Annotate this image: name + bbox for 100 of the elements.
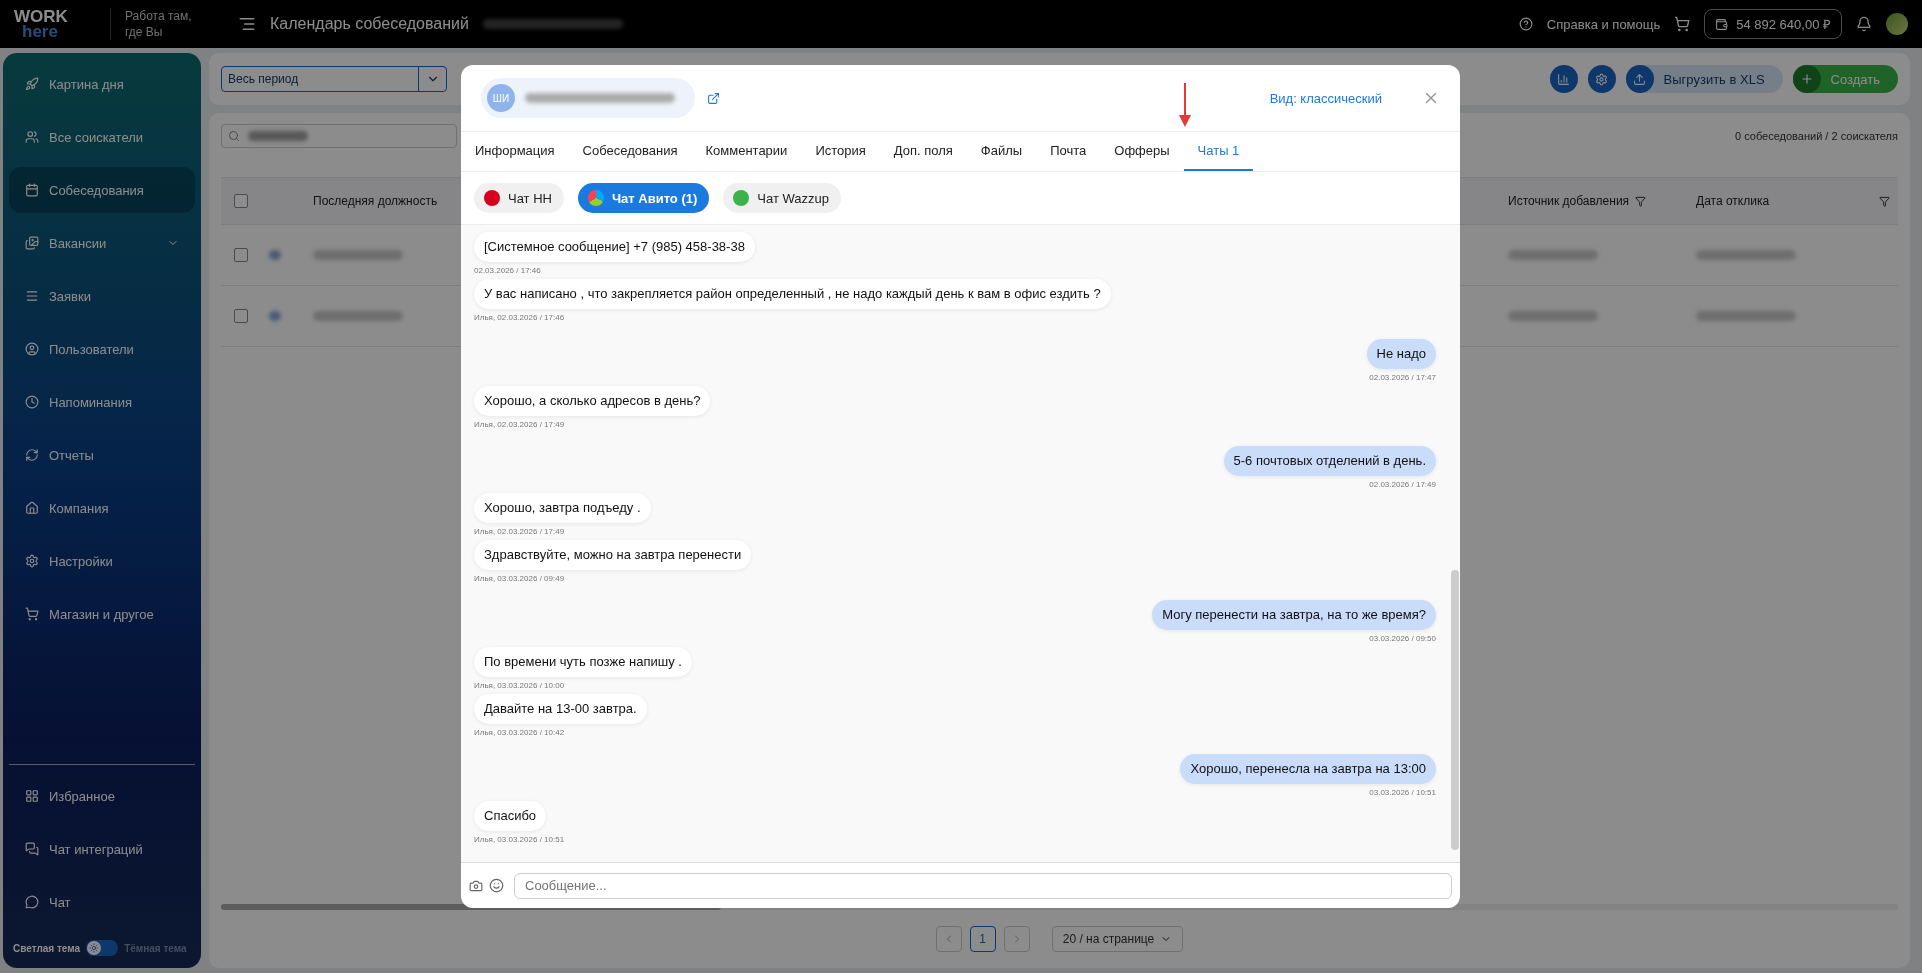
sidebar-item[interactable]: Все соискатели	[9, 114, 195, 160]
chat-tab[interactable]: Чат Авито (1)	[577, 183, 710, 213]
settings-icon	[1595, 72, 1609, 86]
sidebar-item[interactable]: Настройки	[9, 538, 195, 584]
sidebar-item[interactable]: Вакансии	[9, 220, 195, 266]
blurred-text	[248, 131, 308, 141]
message-meta: 03.03.2026 / 09:50	[1369, 634, 1436, 644]
blurred-text	[269, 311, 281, 321]
sidebar-item[interactable]: Картина дня	[9, 61, 195, 107]
menu-item-icon	[25, 183, 39, 197]
page-button[interactable]: 1	[969, 926, 996, 952]
message-meta: 02.03.2026 / 17:49	[1369, 480, 1436, 490]
sidebar-item[interactable]: Чат	[9, 879, 195, 925]
filter-icon[interactable]	[1635, 195, 1647, 207]
balance-button[interactable]: 54 892 640,00 ₽	[1704, 9, 1842, 39]
tab[interactable]: Почта	[1036, 132, 1101, 171]
message-bubble: У вас написано , что закрепляется район определенный , не надо каждый день к вам в офис ездить ?	[474, 279, 1111, 309]
export-button[interactable]: Выгрузить в XLS	[1625, 65, 1783, 93]
message-input[interactable]: Сообщение...	[514, 872, 1452, 899]
sidebar-item[interactable]: Напоминания	[9, 379, 195, 425]
sidebar-item[interactable]: Чат интеграций	[9, 826, 195, 872]
menu-item-icon	[25, 448, 39, 462]
checkbox[interactable]	[234, 309, 248, 323]
message-bubble: Могу перенести на завтра, на то же время?	[1152, 600, 1436, 630]
tab[interactable]: Собеседования	[568, 132, 692, 171]
message-meta: Илья, 02.03.2026 / 17:46	[474, 313, 565, 323]
blurred-text	[269, 250, 281, 260]
theme-label: Светлая тема	[13, 942, 81, 954]
sun-icon	[89, 943, 100, 953]
avatar: ШИ	[487, 84, 515, 112]
chat-source-icon	[484, 190, 500, 206]
menu-item-icon	[25, 289, 39, 303]
theme-label: Тёмная тема	[124, 942, 187, 954]
tab[interactable]: Чаты 1	[1183, 132, 1254, 171]
chart-icon	[1557, 72, 1571, 86]
camera-icon[interactable]	[469, 878, 483, 893]
message-meta: Илья, 03.03.2026 / 10:51	[474, 835, 565, 845]
theme-toggle[interactable]	[86, 940, 119, 956]
search-field[interactable]	[221, 124, 457, 148]
menu-item-icon	[25, 554, 39, 568]
cart-icon[interactable]	[1674, 16, 1691, 32]
message-meta: 02.03.2026 / 17:47	[1369, 373, 1436, 383]
message-bubble: Не надо	[1366, 339, 1436, 369]
sidebar-item[interactable]: Заявки	[9, 273, 195, 319]
period-select[interactable]: Весь период	[221, 66, 447, 92]
message-meta: Илья, 03.03.2026 / 10:00	[474, 681, 565, 691]
chat-source-icon	[733, 190, 750, 206]
filter-icon[interactable]	[1879, 195, 1890, 207]
emoji-icon[interactable]	[489, 878, 504, 893]
checkbox[interactable]	[234, 248, 248, 262]
chat-tab[interactable]: Чат HH	[474, 183, 564, 213]
upload-icon	[1633, 72, 1647, 86]
menu-item-icon	[25, 789, 39, 803]
settings-button[interactable]	[1587, 65, 1616, 93]
message-meta: 02.03.2026 / 17:46	[474, 266, 541, 276]
checkbox[interactable]	[234, 194, 248, 208]
message-bubble: 5-6 почтовых отделений в день.	[1223, 446, 1436, 476]
search-icon	[228, 130, 240, 142]
tab[interactable]: История	[801, 132, 880, 171]
message-bubble: Хорошо, перенесла на завтра на 13:00	[1180, 754, 1436, 784]
menu-item-icon	[25, 895, 39, 909]
menu-item-icon	[25, 130, 39, 144]
bell-icon[interactable]	[1856, 16, 1872, 32]
help-link[interactable]: Справка и помощь	[1546, 16, 1661, 32]
external-link-icon[interactable]	[707, 91, 720, 105]
message-bubble: Хорошо, а сколько адресов в день?	[474, 386, 711, 416]
sidebar-item[interactable]: Избранное	[9, 773, 195, 819]
column-header: Источник добавления	[1508, 194, 1630, 208]
tab[interactable]: Комментарии	[691, 132, 802, 171]
tab[interactable]: Офферы	[1100, 132, 1184, 171]
menu-item-icon	[25, 501, 39, 515]
message-meta: Илья, 03.03.2026 / 10:42	[474, 728, 565, 738]
message-bubble: Здравствуйте, можно на завтра перенести	[474, 540, 752, 570]
logo: WORK here	[14, 9, 69, 39]
tab[interactable]: Информация	[461, 132, 569, 171]
help-icon	[1518, 17, 1533, 31]
view-link[interactable]: Вид: классический	[1269, 90, 1382, 106]
message-bubble: Хорошо, завтра подъеду .	[474, 493, 651, 523]
tab[interactable]: Доп. поля	[879, 132, 967, 171]
slogan: Работа там, где Вы	[110, 8, 200, 40]
sidebar-item[interactable]: Отчеты	[9, 432, 195, 478]
annotation-arrow	[1179, 83, 1191, 127]
sidebar-item[interactable]: Компания	[9, 485, 195, 531]
chat-source-icon	[587, 190, 604, 206]
menu-item-icon	[25, 77, 39, 91]
chart-button[interactable]	[1549, 65, 1578, 93]
page-size-select[interactable]: 20 / на странице	[1051, 926, 1184, 952]
avatar[interactable]	[1886, 13, 1908, 35]
message-meta: Илья, 03.03.2026 / 09:49	[474, 574, 565, 584]
menu-item-icon	[25, 607, 39, 621]
message-meta: Илья, 02.03.2026 / 17:49	[474, 420, 565, 430]
sidebar-item[interactable]: Магазин и другое	[9, 591, 195, 637]
menu-icon[interactable]	[238, 15, 256, 33]
sidebar-item[interactable]: Пользователи	[9, 326, 195, 372]
message-meta: Илья, 02.03.2026 / 17:49	[474, 527, 565, 537]
chat-tab[interactable]: Чат Wazzup	[723, 183, 841, 213]
menu-item-icon	[25, 342, 39, 356]
menu-item-icon	[25, 236, 39, 250]
column-header: Дата отклика	[1696, 194, 1770, 208]
tab[interactable]: Файлы	[966, 132, 1037, 171]
